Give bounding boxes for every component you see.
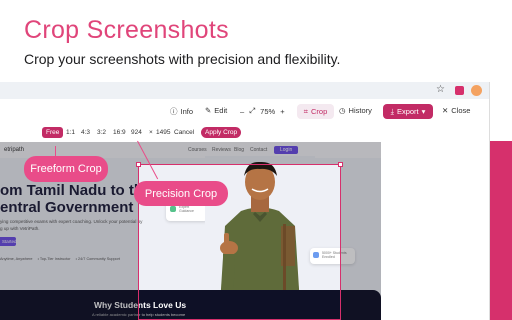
ratio-1-1-button[interactable]: 1:1 xyxy=(66,129,75,136)
avatar[interactable] xyxy=(471,85,482,96)
feature-subheading: Crop your screenshots with precision and… xyxy=(24,51,341,67)
apply-crop-button[interactable]: Apply Crop xyxy=(201,127,242,138)
students-icon xyxy=(313,252,319,258)
zoom-value: 75% xyxy=(260,106,276,116)
star-icon[interactable]: ☆ xyxy=(436,84,445,95)
chevron-down-icon: ▾ xyxy=(421,107,426,116)
card-text: Guidance xyxy=(178,209,194,213)
expand-icon[interactable]: ⤢ xyxy=(249,106,255,116)
history-icon: ◷ xyxy=(339,106,346,115)
check-icon xyxy=(170,206,176,212)
freeform-connector xyxy=(55,146,56,156)
info-icon: ⓘ xyxy=(170,107,178,116)
crop-height-input[interactable]: 1495 xyxy=(156,129,170,136)
crop-button[interactable]: ⌗ Crop xyxy=(297,104,334,119)
extension-icon[interactable] xyxy=(455,86,464,95)
ratio-16-9-button[interactable]: 16:9 xyxy=(113,129,126,136)
accent-block xyxy=(487,141,512,320)
cancel-crop-button[interactable]: Cancel xyxy=(174,129,194,136)
precision-crop-callout: Precision Crop xyxy=(134,181,228,206)
ratio-free-button[interactable]: Free xyxy=(42,127,64,138)
crop-label: Crop xyxy=(310,107,328,116)
crop-icon: ⌗ xyxy=(303,106,308,116)
download-icon: ⤓ xyxy=(390,106,394,116)
crop-shade-right xyxy=(341,164,381,320)
close-button[interactable]: ✕ Close xyxy=(442,106,470,115)
crop-options-bar: Free 1:1 4:3 3:2 16:9 924 × 1495 Cancel … xyxy=(0,126,300,140)
export-label: Export xyxy=(396,107,419,116)
zoom-control: – ⤢ 75% + xyxy=(240,106,285,116)
browser-bar: ☆ xyxy=(0,82,489,99)
crop-shade-left xyxy=(0,164,138,320)
info-button[interactable]: ⓘ Info xyxy=(170,106,193,117)
dimension-separator: × xyxy=(149,129,153,136)
zoom-in-button[interactable]: + xyxy=(280,107,284,116)
browser-window: ☆ ⓘ Info ✎ Edit – ⤢ 75% + ⌗ Crop ◷ Histo… xyxy=(0,82,490,320)
ratio-3-2-button[interactable]: 3:2 xyxy=(97,129,106,136)
history-button[interactable]: ◷ History xyxy=(339,106,372,115)
editor-toolbar: ⓘ Info ✎ Edit – ⤢ 75% + ⌗ Crop ◷ History… xyxy=(0,102,489,122)
close-label: Close xyxy=(451,106,471,115)
crop-width-input[interactable]: 924 xyxy=(131,129,142,136)
feature-heading: Crop Screenshots xyxy=(24,16,229,44)
ratio-4-3-button[interactable]: 4:3 xyxy=(81,129,90,136)
history-label: History xyxy=(348,106,372,115)
edit-button[interactable]: ✎ Edit xyxy=(205,106,227,115)
pencil-icon: ✎ xyxy=(205,106,212,115)
freeform-crop-callout: Freeform Crop xyxy=(24,156,108,182)
export-button[interactable]: ⤓ Export ▾ xyxy=(383,104,433,119)
edit-label: Edit xyxy=(214,106,228,115)
info-label: Info xyxy=(180,107,194,116)
zoom-out-button[interactable]: – xyxy=(240,107,244,116)
close-icon: ✕ xyxy=(442,106,449,115)
